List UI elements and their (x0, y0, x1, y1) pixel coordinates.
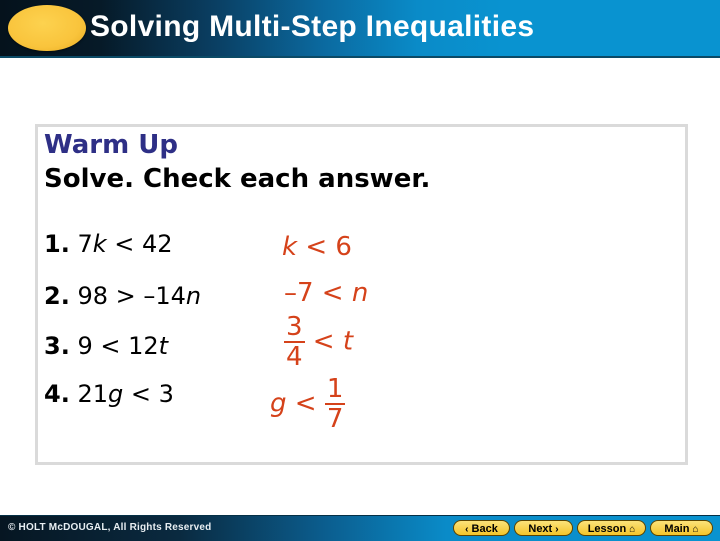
problem-2: 2. 98 > –14n (44, 282, 201, 310)
back-button-label: Back (471, 523, 498, 535)
chevron-right-icon: › (555, 524, 559, 535)
problem-variable: k (92, 230, 107, 258)
problem-number: 1. (44, 230, 70, 258)
problem-text: 21 (77, 380, 109, 408)
fraction-numerator: 3 (284, 312, 305, 343)
fraction-denominator: 7 (326, 404, 344, 434)
problem-text: < 3 (123, 380, 174, 408)
problem-number: 3. (44, 332, 70, 360)
problem-text: 9 < 12 (77, 332, 159, 360)
answer-variable: n (351, 278, 369, 308)
answer-variable: t (342, 326, 354, 357)
warmup-instruction: Solve. Check each answer. (44, 164, 431, 194)
problem-number: 4. (44, 380, 70, 408)
problem-1: 1. 7k < 42 (44, 230, 173, 258)
problem-variable: t (158, 332, 169, 360)
problem-text: 7 (77, 230, 93, 258)
header-bar: Solving Multi-Step Inequalities (0, 0, 720, 58)
answer-4: g < 1 7 (270, 374, 346, 434)
answer-2: –7 < n (284, 278, 368, 308)
answer-variable: g (270, 388, 287, 419)
fraction-numerator: 1 (324, 374, 346, 405)
answer-text: –7 < (284, 278, 352, 308)
next-button-label: Next (528, 523, 553, 535)
logo-oval-icon (8, 5, 86, 51)
main-button-label: Main (664, 523, 690, 535)
problem-variable: n (185, 282, 202, 310)
answer-text: < (286, 388, 325, 419)
problem-3: 3. 9 < 12t (44, 332, 168, 360)
answer-text: < 6 (297, 232, 352, 262)
next-button[interactable]: Next › (514, 520, 573, 536)
answer-3: 3 4 < t (284, 314, 353, 370)
fraction-denominator: 4 (286, 342, 303, 372)
problem-text: 98 > –14 (77, 282, 186, 310)
problem-4: 4. 21g < 3 (44, 380, 174, 408)
home-icon: ⌂ (692, 524, 699, 535)
warmup-heading: Warm Up (44, 130, 178, 160)
answer-1: k < 6 (282, 232, 352, 262)
copyright-text: © HOLT McDOUGAL, All Rights Reserved (8, 522, 212, 533)
problem-number: 2. (44, 282, 70, 310)
home-icon: ⌂ (629, 524, 636, 535)
page-title: Solving Multi-Step Inequalities (90, 10, 535, 43)
problem-text: < 42 (106, 230, 173, 258)
lesson-button[interactable]: Lesson ⌂ (577, 520, 646, 536)
lesson-button-label: Lesson (587, 523, 627, 535)
main-button[interactable]: Main ⌂ (650, 520, 713, 536)
fraction: 1 7 (324, 374, 346, 434)
back-button[interactable]: ‹ Back (453, 520, 510, 536)
problem-variable: g (108, 380, 124, 408)
chevron-left-icon: ‹ (465, 524, 469, 535)
footer-bar: © HOLT McDOUGAL, All Rights Reserved ‹ B… (0, 515, 720, 541)
answer-variable: k (282, 232, 298, 262)
answer-text: < (304, 326, 343, 357)
fraction: 3 4 (284, 314, 305, 370)
